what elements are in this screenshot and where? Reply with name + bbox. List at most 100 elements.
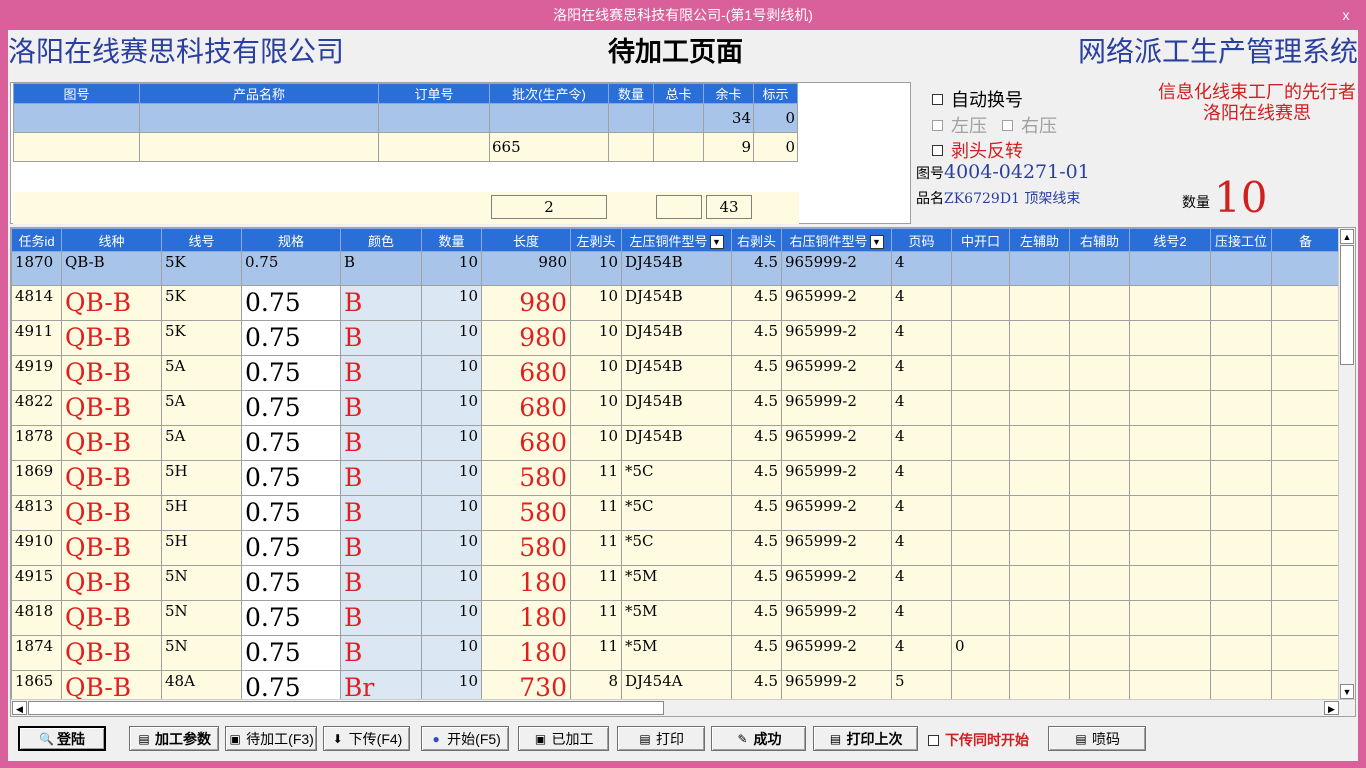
grid-cell-right-terminal[interactable]: 965999-2 bbox=[781, 425, 892, 461]
grid-cell-page[interactable]: 4 bbox=[891, 565, 952, 601]
grid-col-remark[interactable]: 备 bbox=[1271, 228, 1340, 252]
grid-cell-color[interactable]: B bbox=[340, 285, 422, 321]
grid-cell-task-id[interactable]: 1874 bbox=[11, 635, 62, 671]
table-row[interactable]: 4910 QB-B 5H 0.75 B 10 580 11 *5C 4.5 965999-2 4 bbox=[11, 530, 1340, 566]
grid-cell-remark[interactable] bbox=[1271, 600, 1340, 636]
grid-cell-page[interactable]: 4 bbox=[891, 600, 952, 636]
order-row[interactable]: 665 9 0 bbox=[13, 132, 798, 162]
grid-cell-task-id[interactable]: 4911 bbox=[11, 320, 62, 356]
grid-cell-left-strip[interactable]: 11 bbox=[570, 635, 622, 671]
grid-cell-page[interactable]: 4 bbox=[891, 425, 952, 461]
grid-cell-right-aux[interactable] bbox=[1069, 355, 1130, 391]
grid-col-qty[interactable]: 数量 bbox=[421, 228, 482, 252]
grid-cell-left-aux[interactable] bbox=[1009, 251, 1070, 286]
grid-cell-right-aux[interactable] bbox=[1069, 495, 1130, 531]
grid-col-length[interactable]: 长度 bbox=[481, 228, 571, 252]
grid-cell-wire-no[interactable]: 5H bbox=[161, 495, 242, 531]
print-last-button[interactable]: ▤ 打印上次 bbox=[813, 726, 918, 751]
grid-cell-right-strip[interactable]: 4.5 bbox=[731, 285, 782, 321]
grid-cell-page[interactable]: 4 bbox=[891, 320, 952, 356]
grid-cell-left-strip[interactable]: 11 bbox=[570, 565, 622, 601]
grid-cell-color[interactable]: B bbox=[340, 600, 422, 636]
grid-cell-right-aux[interactable] bbox=[1069, 425, 1130, 461]
grid-col-mid-open[interactable]: 中开口 bbox=[951, 228, 1010, 252]
grid-cell-left-aux[interactable] bbox=[1009, 460, 1070, 496]
order-cell[interactable]: 665 bbox=[489, 132, 609, 162]
strip-reverse-checkbox[interactable]: 剥头反转 bbox=[932, 137, 1023, 163]
grid-cell-spec[interactable]: 0.75 bbox=[241, 460, 341, 496]
grid-col-crimp-station[interactable]: 压接工位 bbox=[1210, 228, 1272, 252]
grid-cell-right-terminal[interactable]: 965999-2 bbox=[781, 530, 892, 566]
grid-cell-left-strip[interactable]: 10 bbox=[570, 320, 622, 356]
scroll-left-icon[interactable]: ◀ bbox=[12, 701, 27, 715]
grid-col-spec[interactable]: 规格 bbox=[241, 228, 341, 252]
processed-button[interactable]: ▣ 已加工 bbox=[518, 726, 609, 751]
grid-cell-task-id[interactable]: 4915 bbox=[11, 565, 62, 601]
grid-cell-wire-no[interactable]: 5A bbox=[161, 355, 242, 391]
grid-cell-crimp-station[interactable] bbox=[1210, 460, 1272, 496]
grid-cell-length[interactable]: 680 bbox=[481, 425, 571, 461]
grid-cell-qty[interactable]: 10 bbox=[421, 495, 482, 531]
order-cell[interactable] bbox=[378, 132, 490, 162]
grid-cell-left-strip[interactable]: 10 bbox=[570, 425, 622, 461]
grid-cell-spec[interactable]: 0.75 bbox=[241, 495, 341, 531]
order-cell[interactable] bbox=[653, 132, 704, 162]
horizontal-scroll-thumb[interactable] bbox=[28, 701, 664, 715]
grid-cell-page[interactable]: 4 bbox=[891, 390, 952, 426]
grid-cell-length[interactable]: 980 bbox=[481, 251, 571, 286]
grid-cell-wire-type[interactable]: QB-B bbox=[61, 460, 162, 496]
grid-cell-task-id[interactable]: 4822 bbox=[11, 390, 62, 426]
grid-cell-right-terminal[interactable]: 965999-2 bbox=[781, 565, 892, 601]
grid-cell-length[interactable]: 180 bbox=[481, 600, 571, 636]
grid-cell-color[interactable]: B bbox=[340, 390, 422, 426]
grid-cell-page[interactable]: 4 bbox=[891, 495, 952, 531]
grid-cell-mid-open[interactable] bbox=[951, 355, 1010, 391]
grid-cell-right-strip[interactable]: 4.5 bbox=[731, 460, 782, 496]
order-col-header[interactable]: 标示 bbox=[753, 83, 798, 104]
grid-cell-mid-open[interactable] bbox=[951, 600, 1010, 636]
grid-cell-wire-no[interactable]: 5A bbox=[161, 425, 242, 461]
table-row[interactable]: 1878 QB-B 5A 0.75 B 10 680 10 DJ454B 4.5 965999-2 4 bbox=[11, 425, 1340, 461]
order-col-header[interactable]: 数量 bbox=[608, 83, 654, 104]
grid-cell-left-terminal[interactable]: DJ454B bbox=[621, 320, 732, 356]
grid-cell-qty[interactable]: 10 bbox=[421, 425, 482, 461]
grid-col-right-aux[interactable]: 右辅助 bbox=[1069, 228, 1130, 252]
order-col-header[interactable]: 产品名称 bbox=[139, 83, 379, 104]
grid-cell-remark[interactable] bbox=[1271, 565, 1340, 601]
grid-cell-crimp-station[interactable] bbox=[1210, 495, 1272, 531]
grid-cell-right-strip[interactable]: 4.5 bbox=[731, 355, 782, 391]
grid-cell-wire-no[interactable]: 5K bbox=[161, 320, 242, 356]
table-row[interactable]: 4915 QB-B 5N 0.75 B 10 180 11 *5M 4.5 965999-2 4 bbox=[11, 565, 1340, 601]
table-row[interactable]: 4919 QB-B 5A 0.75 B 10 680 10 DJ454B 4.5 965999-2 4 bbox=[11, 355, 1340, 391]
start-button[interactable]: ● 开始(F5) bbox=[421, 726, 509, 751]
grid-cell-wire-no[interactable]: 5H bbox=[161, 530, 242, 566]
grid-cell-wire-type[interactable]: QB-B bbox=[61, 600, 162, 636]
grid-cell-right-aux[interactable] bbox=[1069, 530, 1130, 566]
grid-cell-mid-open[interactable] bbox=[951, 251, 1010, 286]
checkbox-box[interactable] bbox=[932, 93, 943, 105]
grid-cell-wire-no-2[interactable] bbox=[1129, 635, 1211, 671]
grid-cell-wire-type[interactable]: QB-B bbox=[61, 565, 162, 601]
grid-cell-task-id[interactable]: 1870 bbox=[11, 251, 62, 286]
grid-cell-qty[interactable]: 10 bbox=[421, 460, 482, 496]
order-cell[interactable] bbox=[139, 132, 379, 162]
grid-cell-right-strip[interactable]: 4.5 bbox=[731, 390, 782, 426]
grid-cell-spec[interactable]: 0.75 bbox=[241, 390, 341, 426]
grid-cell-spec[interactable]: 0.75 bbox=[241, 635, 341, 671]
grid-cell-length[interactable]: 180 bbox=[481, 565, 571, 601]
grid-cell-remark[interactable] bbox=[1271, 425, 1340, 461]
grid-cell-length[interactable]: 180 bbox=[481, 635, 571, 671]
grid-cell-right-aux[interactable] bbox=[1069, 460, 1130, 496]
grid-cell-color[interactable]: B bbox=[340, 320, 422, 356]
grid-cell-crimp-station[interactable] bbox=[1210, 390, 1272, 426]
scroll-up-icon[interactable]: ▲ bbox=[1340, 229, 1354, 244]
grid-cell-wire-no[interactable]: 5H bbox=[161, 460, 242, 496]
grid-cell-page[interactable]: 4 bbox=[891, 285, 952, 321]
vertical-scroll-thumb[interactable] bbox=[1340, 245, 1354, 365]
grid-cell-right-terminal[interactable]: 965999-2 bbox=[781, 285, 892, 321]
grid-cell-right-strip[interactable]: 4.5 bbox=[731, 565, 782, 601]
grid-cell-spec[interactable]: 0.75 bbox=[241, 251, 341, 286]
grid-cell-page[interactable]: 4 bbox=[891, 355, 952, 391]
grid-cell-color[interactable]: B bbox=[340, 530, 422, 566]
grid-cell-left-strip[interactable]: 10 bbox=[570, 285, 622, 321]
